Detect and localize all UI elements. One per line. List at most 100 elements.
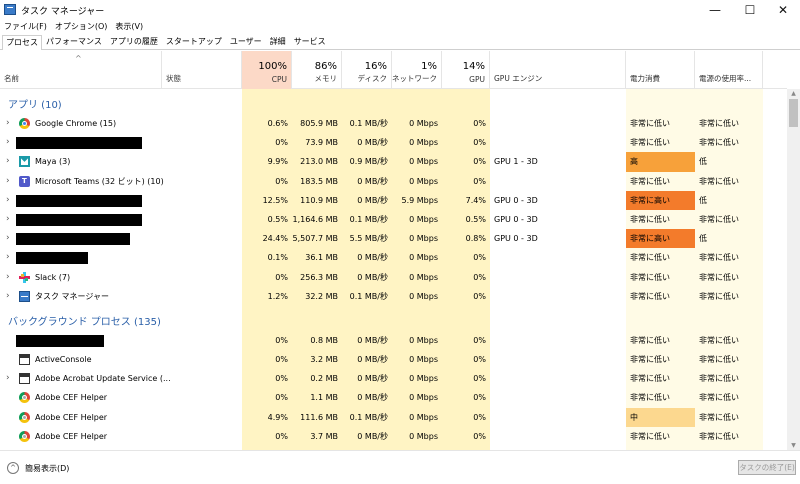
process-name: Microsoft Teams (32 ビット) (10) — [35, 176, 164, 186]
scroll-down-icon[interactable]: ▼ — [787, 442, 800, 449]
menu-file[interactable]: ファイル(F) — [0, 20, 51, 33]
close-button[interactable]: ✕ — [766, 0, 800, 20]
maya-icon — [19, 156, 30, 168]
gpu-cell: 0% — [473, 138, 486, 148]
power-trend-cell: 非常に低い — [699, 431, 739, 441]
network-cell: 0 Mbps — [409, 253, 438, 263]
chevron-right-icon[interactable]: › — [6, 152, 10, 171]
tab-startup[interactable]: スタートアップ — [162, 34, 226, 49]
chevron-right-icon[interactable]: › — [6, 287, 10, 306]
process-row[interactable]: 0% 0.8 MB 0 MB/秒 0 Mbps 0% 非常に低い 非常に低い — [0, 331, 787, 350]
maximize-button[interactable]: ☐ — [733, 0, 767, 20]
gpu-cell: 0% — [473, 393, 486, 403]
footer-bar: ^ 簡易表示(D) タスクの終了(E) — [0, 450, 800, 484]
title-bar[interactable]: タスク マネージャー — ☐ ✕ — [0, 0, 800, 20]
group-background: バックグラウンド プロセス (135) — [0, 306, 787, 331]
tab-app-history[interactable]: アプリの履歴 — [106, 34, 162, 49]
process-row[interactable]: › Slack (7) 0% 256.3 MB 0 MB/秒 0 Mbps 0% 非常に低い 非… — [0, 268, 787, 287]
sort-up-icon: ^ — [75, 54, 82, 63]
window-icon — [19, 354, 30, 366]
process-row[interactable]: ActiveConsole 0% 3.2 MB 0 MB/秒 0 Mbps 0% 非常に低い… — [0, 350, 787, 369]
disk-cell: 0 MB/秒 — [357, 335, 388, 345]
chevron-right-icon[interactable]: › — [6, 172, 10, 191]
tab-services[interactable]: サービス — [290, 34, 330, 49]
gpu-cell: 0% — [473, 176, 486, 186]
process-row[interactable]: › 0.1% 36.1 MB 0 MB/秒 0 Mbps 0% 非常に低い 非常に低い — [0, 248, 787, 267]
power-trend-cell: 非常に低い — [699, 393, 739, 403]
process-name: Adobe CEF Helper — [35, 393, 108, 403]
tab-details[interactable]: 詳細 — [266, 34, 290, 49]
cpu-cell: 0.5% — [267, 214, 288, 224]
scroll-thumb[interactable] — [789, 99, 798, 127]
process-row[interactable]: › 0.5% 1,164.6 MB 0.1 MB/秒 0 Mbps 0.5% GPU 0 -… — [0, 210, 787, 229]
chevron-up-icon[interactable]: ^ — [7, 462, 19, 474]
menu-options[interactable]: オプション(O) — [51, 20, 112, 33]
gpu-engine-cell: GPU 0 - 3D — [494, 195, 538, 205]
fewer-details-button[interactable]: 簡易表示(D) — [25, 463, 69, 474]
power-cell: 非常に低い — [630, 393, 670, 403]
process-row[interactable]: › タスク マネージャー 1.2% 32.2 MB 0.1 MB/秒 0 Mbps 0% 非常… — [0, 287, 787, 306]
chevron-right-icon[interactable]: › — [6, 248, 10, 267]
memory-cell: 5,507.7 MB — [292, 234, 338, 244]
process-row[interactable]: › 24.4% 5,507.7 MB 5.5 MB/秒 0 Mbps 0.8% GPU 0 … — [0, 229, 787, 249]
col-disk[interactable]: 16% ディスク — [342, 51, 392, 89]
col-power-trend[interactable]: 電源の使用率... — [695, 51, 763, 89]
tab-performance[interactable]: パフォーマンス — [42, 34, 106, 49]
chevron-right-icon[interactable]: › — [6, 210, 10, 229]
col-gpu[interactable]: 14% GPU — [442, 51, 490, 89]
vertical-scrollbar[interactable]: ▲ ▼ — [787, 89, 800, 450]
adobe-cef-icon — [19, 430, 30, 442]
col-gpu-engine[interactable]: GPU エンジン — [490, 51, 626, 89]
process-row[interactable]: Adobe CEF Helper 4.9% 111.6 MB 0.1 MB/秒 0 Mb… — [0, 407, 787, 427]
process-row[interactable]: › Maya (3) 9.9% 213.0 MB 0.9 MB/秒 0 Mbps 0% GPU… — [0, 152, 787, 172]
power-trend-cell: 低 — [699, 234, 707, 244]
process-row[interactable]: Adobe CEF Helper 0% 1.1 MB 0 MB/秒 0 Mbps 0% 非常… — [0, 388, 787, 407]
memory-cell: 36.1 MB — [305, 253, 338, 263]
end-task-button[interactable]: タスクの終了(E) — [738, 460, 796, 475]
tab-users[interactable]: ユーザー — [226, 34, 266, 49]
cpu-cell: 0.6% — [267, 119, 288, 128]
chevron-right-icon[interactable]: › — [6, 133, 10, 152]
memory-cell: 1.1 MB — [310, 393, 338, 403]
chevron-right-icon[interactable]: › — [6, 268, 10, 287]
power-cell: 非常に低い — [630, 272, 670, 282]
chevron-right-icon[interactable]: › — [6, 114, 10, 133]
process-list: アプリ (10) › Google Chrome (15) 0.6% 805.9 MB 0… — [0, 89, 787, 446]
menu-bar: ファイル(F) オプション(O) 表示(V) — [0, 20, 800, 33]
menu-view[interactable]: 表示(V) — [111, 20, 147, 33]
process-row[interactable]: › 0% 73.9 MB 0 MB/秒 0 Mbps 0% 非常に低い 非常に低い — [0, 133, 787, 152]
col-name[interactable]: ^ 名前 — [0, 51, 162, 89]
redacted-process-name — [16, 233, 130, 246]
tab-processes[interactable]: プロセス — [2, 35, 42, 50]
scroll-up-icon[interactable]: ▲ — [787, 90, 800, 97]
col-memory[interactable]: 86% メモリ — [292, 51, 342, 89]
col-network[interactable]: 1% ネットワーク — [392, 51, 442, 89]
memory-cell: 73.9 MB — [305, 138, 338, 148]
process-row[interactable]: › T Microsoft Teams (32 ビット) (10) 0% 183.5 M… — [0, 172, 787, 191]
col-power[interactable]: 電力消費 — [626, 51, 695, 89]
power-trend-cell: 低 — [699, 157, 707, 167]
gpu-engine-cell — [490, 287, 626, 306]
process-row[interactable]: › Google Chrome (15) 0.6% 805.9 MB 0.1 MB/秒 0… — [0, 114, 787, 133]
gpu-cell: 0.5% — [465, 214, 486, 224]
process-row[interactable]: Adobe CEF Helper 0% 3.7 MB 0 MB/秒 0 Mbps 0% 非常… — [0, 427, 787, 446]
adobe-cef-icon — [19, 411, 30, 423]
gpu-engine-cell — [490, 350, 626, 369]
minimize-button[interactable]: — — [698, 0, 732, 20]
power-cell: 非常に低い — [630, 291, 670, 301]
cpu-cell: 0% — [275, 272, 288, 282]
col-cpu[interactable]: 100% CPU — [242, 51, 292, 89]
process-row[interactable]: › Adobe Acrobat Update Service (... 0% 0.2 … — [0, 369, 787, 388]
chevron-right-icon[interactable]: › — [6, 229, 10, 248]
chevron-right-icon[interactable]: › — [6, 191, 10, 210]
memory-cell: 0.2 MB — [310, 374, 338, 384]
process-row[interactable]: › 12.5% 110.9 MB 0 MB/秒 5.9 Mbps 7.4% GPU 0 - … — [0, 190, 787, 210]
chevron-right-icon[interactable]: › — [6, 369, 10, 388]
col-status[interactable]: 状態 — [162, 51, 242, 89]
disk-cell: 0 MB/秒 — [357, 355, 388, 365]
network-cell: 0 Mbps — [409, 214, 438, 224]
cpu-cell: 0% — [275, 431, 288, 441]
power-trend-cell: 非常に低い — [699, 253, 739, 263]
power-cell: 非常に高い — [626, 229, 695, 249]
gpu-engine-cell — [490, 114, 626, 133]
